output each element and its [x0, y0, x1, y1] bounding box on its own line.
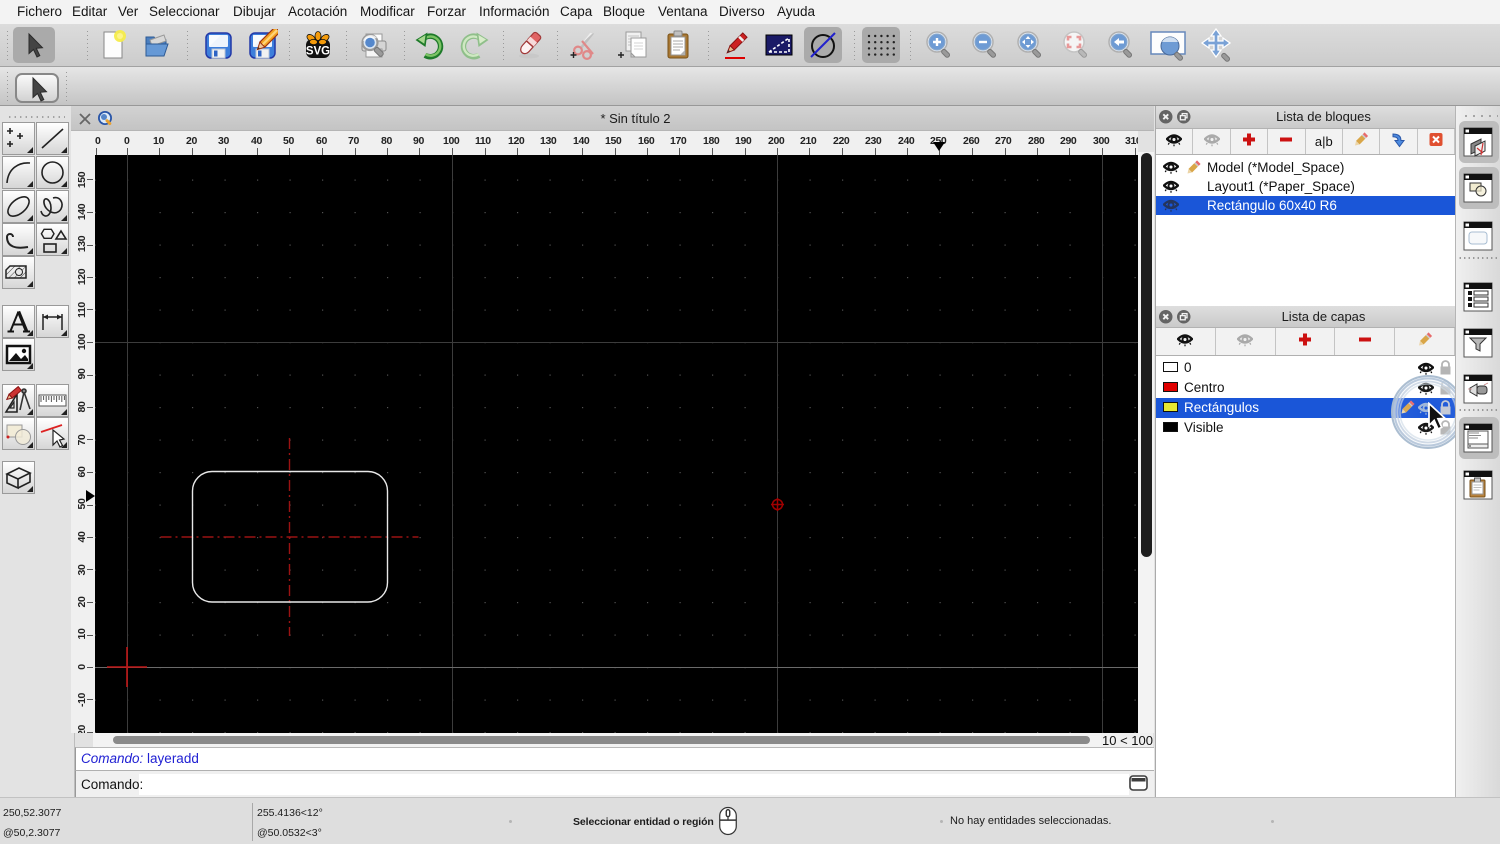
svg-text:SVG: SVG	[306, 46, 330, 58]
